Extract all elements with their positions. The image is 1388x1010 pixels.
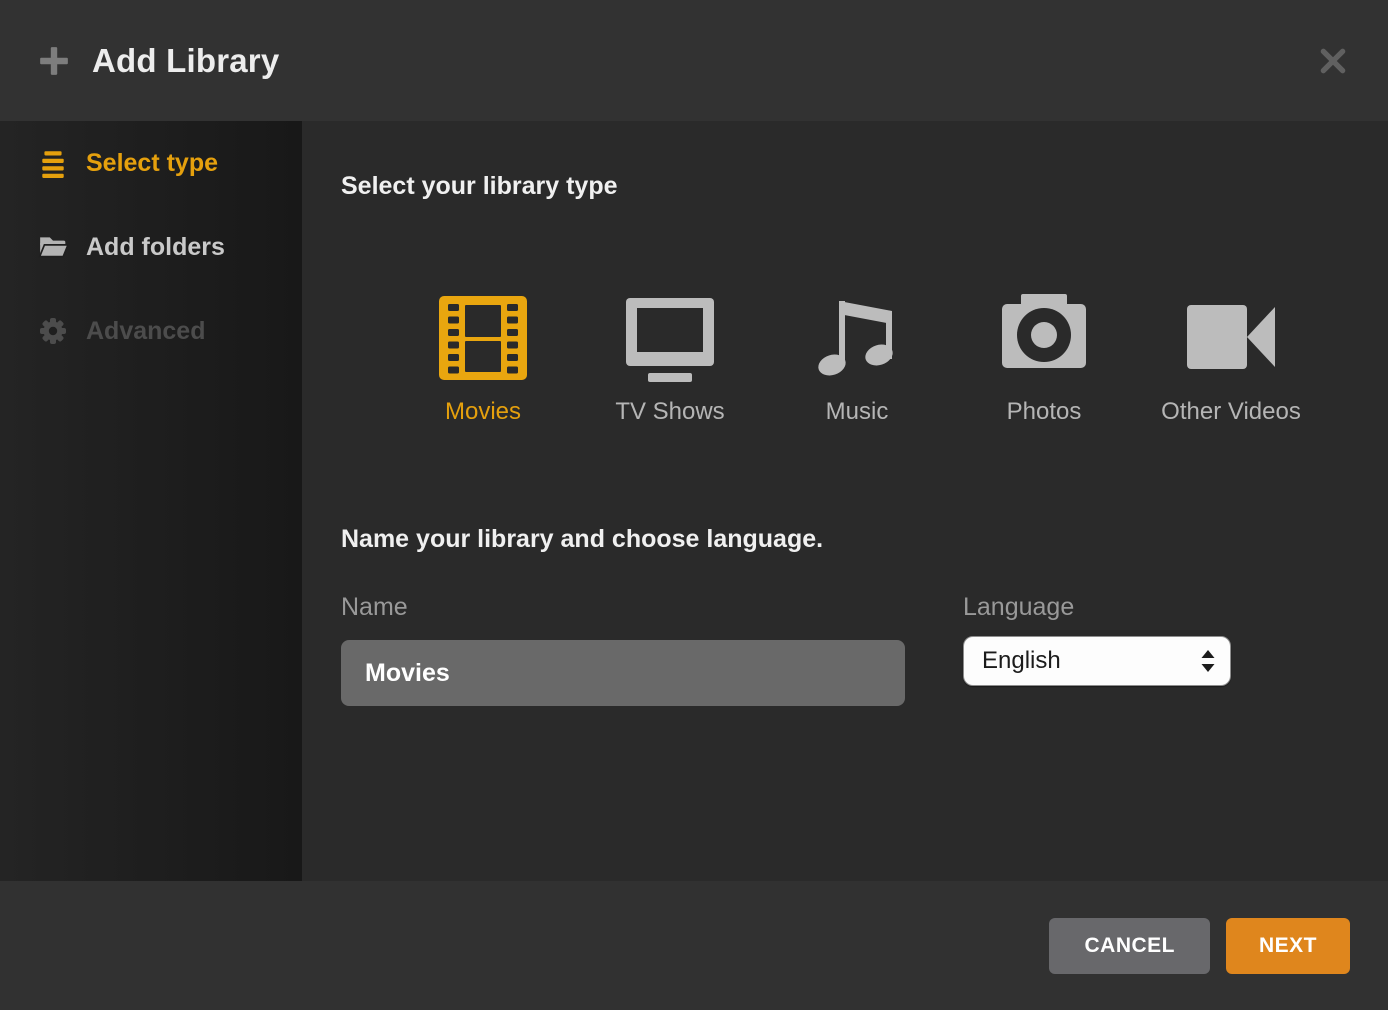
sidebar-item-select-type[interactable]: Select type bbox=[0, 121, 302, 205]
next-button[interactable]: NEXT bbox=[1226, 918, 1350, 974]
video-camera-icon bbox=[1186, 293, 1276, 383]
library-type-row: Movies TV Shows bbox=[341, 293, 1348, 427]
language-label: Language bbox=[963, 592, 1231, 622]
library-type-tv-shows[interactable]: TV Shows bbox=[600, 293, 740, 427]
steps-sidebar: Select type Add folders bbox=[0, 121, 302, 881]
library-type-photos[interactable]: Photos bbox=[974, 293, 1114, 427]
sidebar-item-label: Advanced bbox=[86, 317, 205, 346]
tv-icon bbox=[625, 293, 715, 383]
library-type-heading: Select your library type bbox=[341, 170, 1348, 202]
language-selected-value: English bbox=[982, 647, 1200, 675]
dialog-header: Add Library bbox=[0, 0, 1388, 121]
folder-open-icon bbox=[38, 232, 68, 262]
main-panel: Select your library type bbox=[302, 121, 1388, 881]
dialog-body: Select type Add folders bbox=[0, 121, 1388, 881]
library-type-label: Movies bbox=[445, 397, 521, 427]
camera-icon bbox=[999, 293, 1089, 383]
plus-icon bbox=[38, 45, 70, 77]
sidebar-item-advanced[interactable]: Advanced bbox=[0, 289, 302, 373]
name-language-row: Name Language English bbox=[341, 592, 1348, 706]
library-name-input[interactable] bbox=[341, 640, 905, 706]
name-language-heading: Name your library and choose language. bbox=[341, 523, 1348, 555]
film-strip-icon bbox=[438, 293, 528, 383]
sidebar-item-label: Add folders bbox=[86, 233, 225, 262]
sidebar-item-add-folders[interactable]: Add folders bbox=[0, 205, 302, 289]
name-label: Name bbox=[341, 592, 905, 622]
sidebar-item-label: Select type bbox=[86, 149, 218, 178]
library-type-music[interactable]: Music bbox=[787, 293, 927, 427]
name-field-group: Name bbox=[341, 592, 905, 706]
cancel-button[interactable]: CANCEL bbox=[1049, 918, 1210, 974]
gear-icon bbox=[38, 316, 68, 346]
close-icon[interactable] bbox=[1316, 44, 1350, 78]
library-type-label: TV Shows bbox=[615, 397, 724, 427]
language-select[interactable]: English bbox=[963, 636, 1231, 686]
language-field-group: Language English bbox=[963, 592, 1231, 686]
dialog-title: Add Library bbox=[92, 42, 279, 80]
library-type-label: Photos bbox=[1007, 397, 1082, 427]
library-type-label: Other Videos bbox=[1161, 397, 1301, 427]
dialog-footer: CANCEL NEXT bbox=[0, 881, 1388, 1010]
music-note-icon bbox=[812, 293, 902, 383]
library-type-other-videos[interactable]: Other Videos bbox=[1161, 293, 1301, 427]
add-library-dialog: Add Library bbox=[0, 0, 1388, 1010]
select-arrows-icon bbox=[1200, 648, 1216, 674]
list-icon bbox=[38, 148, 68, 178]
library-type-movies[interactable]: Movies bbox=[413, 293, 553, 427]
library-type-label: Music bbox=[826, 397, 889, 427]
